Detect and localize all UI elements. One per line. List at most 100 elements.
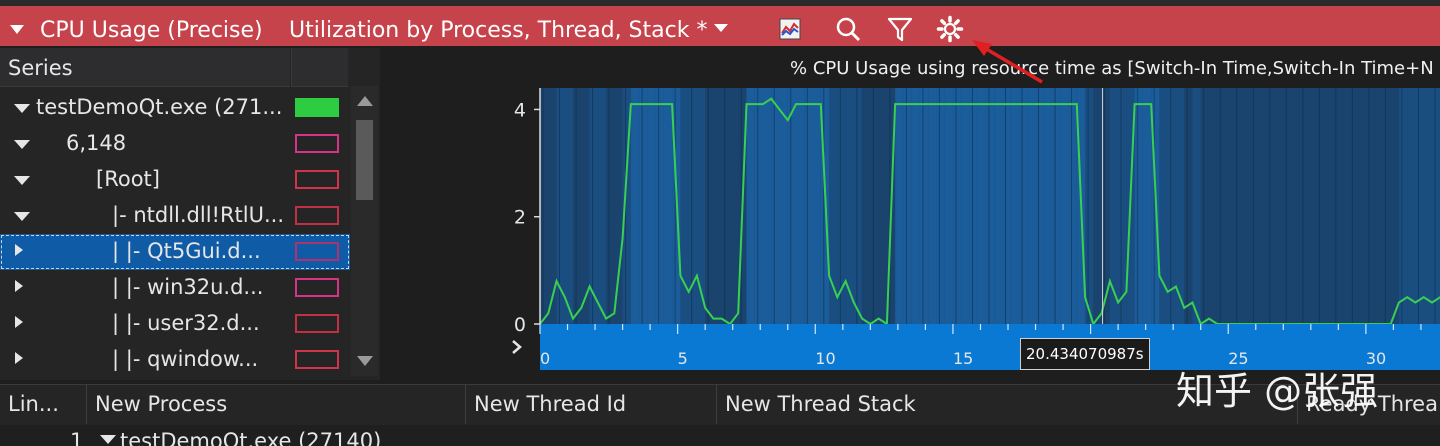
- activity-band: [1109, 88, 1119, 324]
- activity-band: [911, 88, 920, 324]
- activity-band: [1374, 88, 1383, 324]
- scroll-up-arrow-icon[interactable]: [357, 96, 373, 106]
- activity-band: [845, 88, 854, 324]
- scroll-down-arrow-icon[interactable]: [357, 356, 373, 366]
- series-scroll-thumb[interactable]: [356, 120, 373, 200]
- activity-band: [1357, 88, 1366, 324]
- chart-series-icon[interactable]: [776, 15, 804, 43]
- series-row[interactable]: |- ntdll.dll!RtlU...: [0, 198, 350, 234]
- activity-band: [796, 88, 805, 324]
- collapse-arrow-icon[interactable]: [14, 212, 30, 221]
- series-header-label: Series: [8, 56, 73, 80]
- expand-arrow-icon[interactable]: [15, 280, 23, 292]
- column-header-line[interactable]: Lin...: [0, 384, 85, 424]
- activity-band: [630, 88, 640, 324]
- activity-band: [878, 88, 887, 324]
- activity-band: [1208, 88, 1218, 324]
- activity-band: [1035, 88, 1044, 324]
- activity-band: [540, 88, 549, 324]
- activity-band: [1250, 88, 1259, 324]
- activity-band: [729, 88, 739, 324]
- activity-band: [746, 88, 755, 324]
- activity-band: [862, 88, 871, 324]
- activity-band: [655, 88, 664, 324]
- x-tick-label: 15: [953, 349, 973, 368]
- series-row[interactable]: [Root]: [0, 162, 350, 198]
- activity-band: [1316, 88, 1325, 324]
- activity-band: [1291, 88, 1300, 324]
- filter-icon[interactable]: [886, 15, 914, 43]
- activity-band: [1010, 88, 1020, 324]
- activity-band: [1415, 88, 1424, 324]
- preset-dropdown-icon[interactable]: [714, 24, 728, 32]
- activity-band: [1002, 88, 1011, 324]
- series-row-label: 6,148: [66, 131, 127, 155]
- activity-band: [1217, 88, 1226, 324]
- series-color-column-header[interactable]: [291, 48, 348, 87]
- activity-band: [1043, 88, 1053, 324]
- series-color-swatch[interactable]: [295, 242, 339, 261]
- series-row[interactable]: | |- user32.d...: [0, 306, 350, 342]
- activity-band: [1225, 88, 1234, 324]
- expand-arrow-icon[interactable]: [15, 244, 23, 256]
- collapse-arrow-icon[interactable]: [14, 176, 30, 185]
- activity-band: [1283, 88, 1292, 324]
- series-color-swatch[interactable]: [295, 350, 339, 369]
- series-color-swatch[interactable]: [295, 98, 339, 117]
- row-line-number: 1: [70, 429, 84, 446]
- series-row[interactable]: | |- Qt5Gui.d...: [0, 234, 350, 270]
- activity-band: [1052, 88, 1061, 324]
- series-row-label: [Root]: [96, 167, 160, 191]
- collapse-arrow-icon[interactable]: [14, 140, 30, 149]
- table-row[interactable]: 1 testDemoQt.exe (27140): [0, 425, 1440, 446]
- activity-band: [1431, 88, 1440, 324]
- graph-name-label[interactable]: CPU Usage (Precise): [40, 18, 263, 43]
- search-icon[interactable]: [834, 15, 862, 43]
- activity-band: [1341, 88, 1350, 324]
- series-color-swatch[interactable]: [295, 314, 339, 333]
- activity-band: [994, 88, 1003, 324]
- row-expand-icon[interactable]: [100, 435, 116, 444]
- activity-band: [936, 88, 945, 324]
- activity-band: [1382, 88, 1391, 324]
- series-row[interactable]: testDemoQt.exe (271...: [0, 90, 350, 126]
- activity-band: [969, 88, 978, 324]
- series-color-swatch[interactable]: [295, 134, 339, 153]
- activity-band: [1019, 88, 1028, 324]
- activity-band: [1093, 88, 1102, 324]
- activity-band: [853, 88, 863, 324]
- series-row-label: | |- win32u.d...: [112, 275, 264, 299]
- column-header-new-thread-id[interactable]: New Thread Id: [465, 384, 716, 424]
- series-row[interactable]: 6,148: [0, 126, 350, 162]
- activity-band: [1192, 88, 1201, 324]
- preset-selector[interactable]: Utilization by Process, Thread, Stack *: [289, 18, 707, 43]
- series-color-swatch[interactable]: [295, 206, 339, 225]
- graph-titlebar: CPU Usage (Precise) Utilization by Proce…: [0, 6, 1440, 46]
- activity-band: [944, 88, 953, 324]
- expand-arrow-icon[interactable]: [15, 352, 23, 364]
- activity-band: [1324, 88, 1333, 324]
- expand-chevron-icon[interactable]: [510, 340, 524, 354]
- activity-band: [614, 88, 623, 324]
- series-row[interactable]: | |- win32u.d...: [0, 270, 350, 306]
- activity-band: [1365, 88, 1375, 324]
- activity-band: [1134, 88, 1143, 324]
- activity-band: [1266, 88, 1276, 324]
- cpu-usage-chart[interactable]: 024051015202530: [388, 80, 1440, 380]
- collapse-arrow-icon[interactable]: [14, 104, 30, 113]
- series-color-swatch[interactable]: [295, 278, 339, 297]
- activity-band: [1407, 88, 1416, 324]
- collapse-graph-icon[interactable]: [10, 25, 24, 34]
- expand-arrow-icon[interactable]: [15, 316, 23, 328]
- activity-band: [754, 88, 763, 324]
- series-row-label: | |- Qt5Gui.d...: [112, 239, 261, 263]
- activity-band: [985, 88, 995, 324]
- series-row[interactable]: | |- qwindow...: [0, 342, 350, 378]
- series-column-header[interactable]: Series: [0, 48, 290, 87]
- activity-band: [1085, 88, 1094, 324]
- activity-band: [762, 88, 772, 324]
- x-tick-label: 5: [678, 349, 688, 368]
- column-header-new-process[interactable]: New Process: [86, 384, 465, 424]
- activity-band: [573, 88, 582, 324]
- series-color-swatch[interactable]: [295, 170, 339, 189]
